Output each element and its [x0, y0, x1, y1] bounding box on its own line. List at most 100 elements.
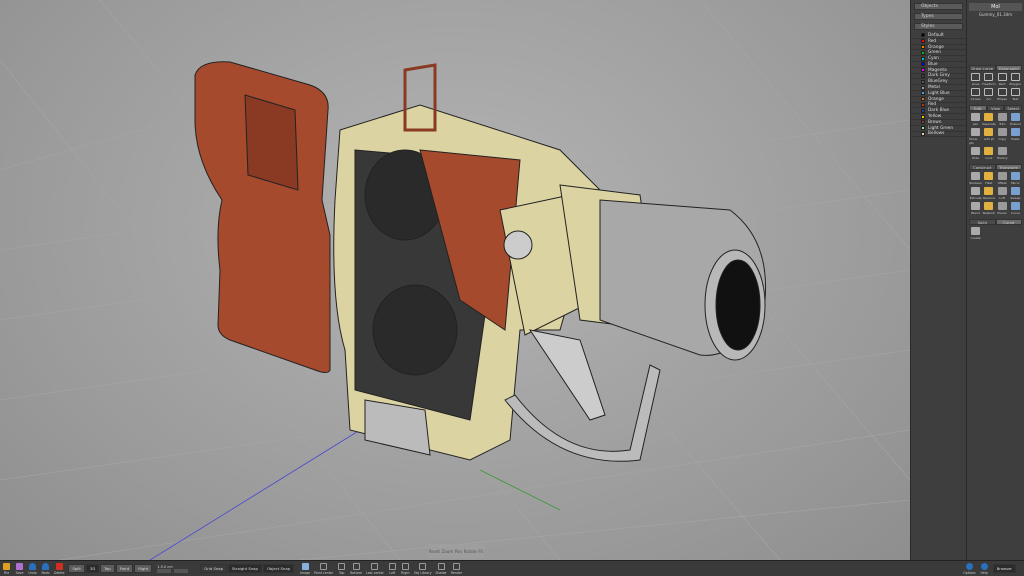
tab-select[interactable]: Select — [1004, 105, 1023, 111]
types-header[interactable]: Types — [914, 13, 963, 20]
tool-separate[interactable]: Separate — [982, 113, 996, 126]
view-split-button[interactable]: Split — [68, 564, 85, 573]
tool-trim[interactable]: Trim — [996, 113, 1009, 126]
tool-blend[interactable]: Blend — [969, 202, 982, 215]
model-scene — [0, 0, 910, 560]
tool-circles[interactable]: Circles — [969, 88, 982, 101]
tool-label: Rect — [998, 82, 1006, 86]
tool-extrude[interactable]: Extrude — [969, 187, 982, 200]
tool-mirror[interactable]: Mirror — [1009, 172, 1022, 185]
tool-left-button[interactable]: Left — [388, 562, 397, 575]
tool-add-pt[interactable]: Add pt — [982, 128, 996, 145]
style-item[interactable]: Bellows — [911, 131, 966, 138]
tool-show-pts[interactable]: Show pts — [969, 128, 982, 145]
help-button[interactable]: Help — [980, 562, 989, 575]
delete-button[interactable]: Delete — [54, 562, 65, 575]
nav-zoom[interactable]: Zoom — [442, 549, 454, 554]
tool-shader-button[interactable]: Shader — [435, 562, 447, 575]
tool-revolve[interactable]: Revolve — [982, 187, 995, 200]
tool-lock[interactable]: Lock — [982, 147, 996, 160]
tool-fillet[interactable]: Fillet — [982, 172, 995, 185]
circles-icon — [971, 88, 981, 96]
file-button[interactable]: File — [2, 562, 11, 575]
objects-header[interactable]: Objects — [914, 3, 963, 10]
tool-polygon[interactable]: Polygon — [1009, 73, 1022, 86]
tool-loft[interactable]: Loft — [996, 187, 1009, 200]
tool-last-center-button[interactable]: Last center — [366, 562, 384, 575]
left-icon — [388, 562, 396, 570]
tool-text[interactable]: Text — [1009, 88, 1022, 101]
tool-join[interactable]: Join — [969, 113, 982, 126]
tool-create[interactable]: Create — [969, 227, 982, 240]
tool-label: Image — [300, 570, 311, 575]
image-icon — [301, 562, 309, 570]
style-label: Light Blue — [928, 90, 950, 96]
coord-input-x[interactable] — [157, 568, 172, 573]
bottom-toolbar: File Save Undo Redo Delete Split 3D Top Fro… — [0, 560, 1024, 576]
object-snap-toggle[interactable]: Object Snap — [262, 564, 295, 573]
tab-transform[interactable]: Transform — [995, 164, 1022, 170]
tab-draw-curve[interactable]: Draw curve — [969, 65, 996, 71]
tool-image-button[interactable]: Image — [300, 562, 311, 575]
tool-ellipse[interactable]: Ellipse — [996, 88, 1009, 101]
options-button[interactable]: Options — [963, 562, 976, 575]
tool-bottom-button[interactable]: Bottom — [350, 562, 362, 575]
tool-history[interactable]: History — [996, 147, 1009, 160]
undo-button[interactable]: Undo — [28, 562, 37, 575]
tab-curve[interactable]: Curve — [995, 219, 1022, 225]
tool-boolean[interactable]: Boolean — [969, 172, 982, 185]
tool-paste[interactable]: Paste — [1009, 128, 1022, 145]
view-top-button[interactable]: Top — [100, 564, 115, 573]
view-3d-button[interactable]: 3D — [85, 564, 100, 573]
nav-pan[interactable]: Pan — [455, 549, 462, 554]
tab-view[interactable]: View — [986, 105, 1005, 111]
tool-obj-library-button[interactable]: Obj Library — [414, 562, 431, 575]
view-right-button[interactable]: Right — [134, 564, 153, 573]
tab-draw-solid[interactable]: Draw solid — [995, 65, 1022, 71]
tool-extend[interactable]: Extend — [1009, 113, 1022, 126]
tool-render-button[interactable]: Render — [450, 562, 463, 575]
tool-sweep[interactable]: Sweep — [1009, 187, 1022, 200]
coord-input-y[interactable] — [174, 568, 189, 573]
nav-fit[interactable]: Fit — [478, 549, 483, 554]
tool-curve[interactable]: Curve — [1009, 202, 1022, 215]
tool-arc[interactable]: Arc — [982, 88, 995, 101]
tool-label: Blend — [971, 211, 980, 215]
grid-snap-toggle[interactable]: Grid Snap — [200, 564, 228, 573]
tool-lines[interactable]: Lines — [969, 73, 982, 86]
tool-copy[interactable]: Copy — [996, 128, 1009, 145]
style-swatch — [921, 44, 925, 49]
style-swatch — [921, 120, 925, 125]
tool-label: Shader — [435, 570, 447, 575]
nav-rotate[interactable]: Rotate — [464, 549, 477, 554]
tool-label: Circles — [970, 97, 981, 101]
tool-label: Text — [1012, 97, 1019, 101]
save-button[interactable]: Save — [15, 562, 24, 575]
styles-header[interactable]: Styles — [914, 23, 963, 30]
tool-label: Render — [450, 570, 463, 575]
tool-offset[interactable]: Offset — [996, 172, 1009, 185]
tool-planar[interactable]: Planar — [996, 202, 1009, 215]
nav-reset[interactable]: Reset — [429, 549, 440, 554]
tab-construct[interactable]: Construct — [969, 164, 996, 170]
redo-button[interactable]: Redo — [41, 562, 50, 575]
tab-edit[interactable]: Edit — [969, 105, 987, 111]
tab-solid[interactable]: Solid — [969, 219, 996, 225]
tool-top-button[interactable]: Top — [337, 562, 346, 575]
tool-rect[interactable]: Rect — [996, 73, 1009, 86]
tool-hide[interactable]: Hide — [969, 147, 982, 160]
style-label: Light Green — [928, 125, 954, 131]
browser-button[interactable]: Browser — [992, 564, 1016, 573]
tool-point-center-button[interactable]: Point center — [314, 562, 333, 575]
edit-tabs: Edit View Select — [969, 105, 1023, 111]
delete-label: Delete — [54, 570, 65, 575]
draw-tabs: Draw curve Draw solid — [969, 65, 1022, 71]
tool-freeform[interactable]: Freeform — [982, 73, 996, 86]
style-swatch — [921, 33, 925, 38]
tool-right-button[interactable]: Right — [401, 562, 410, 575]
style-swatch — [921, 126, 925, 131]
view-front-button[interactable]: Front — [115, 564, 134, 573]
3d-viewport[interactable]: Reset Zoom Pan Rotate Fit — [0, 0, 910, 560]
straight-snap-toggle[interactable]: Straight Snap — [228, 564, 262, 573]
tool-network[interactable]: Network — [982, 202, 995, 215]
